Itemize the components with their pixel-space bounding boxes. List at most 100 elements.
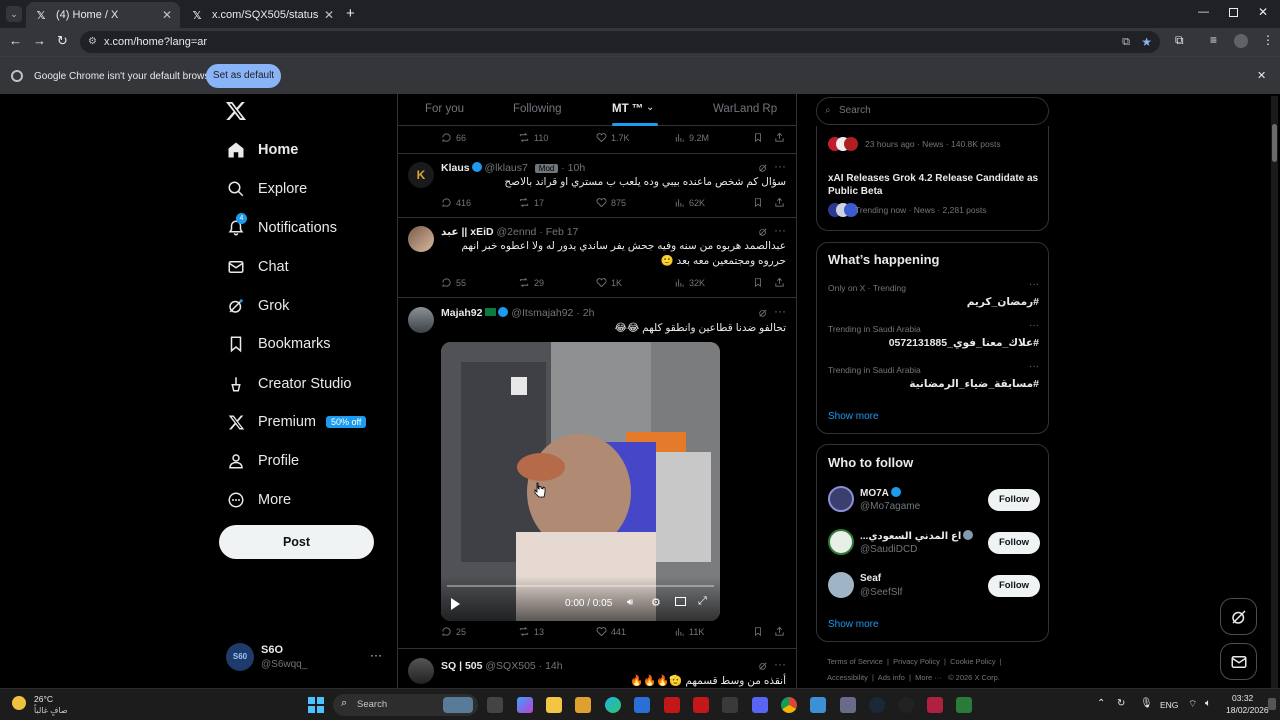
more-options-icon[interactable]: ··· bbox=[1029, 361, 1039, 372]
follow-button[interactable]: Follow bbox=[988, 532, 1040, 554]
show-more-link[interactable]: Show more bbox=[828, 411, 879, 422]
tweet-time[interactable]: · 2h bbox=[576, 307, 594, 319]
app-icon[interactable] bbox=[840, 697, 856, 713]
browser-tab-status[interactable]: 𝕏 x.com/SQX505/status/20236961 ✕ bbox=[182, 2, 342, 28]
app-icon[interactable] bbox=[927, 697, 943, 713]
notification-center-icon[interactable] bbox=[1268, 698, 1276, 710]
pip-icon[interactable] bbox=[675, 597, 686, 606]
tray-overflow-icon[interactable]: ⌃ bbox=[1097, 698, 1105, 709]
store-icon[interactable] bbox=[575, 697, 591, 713]
post-button[interactable]: Post bbox=[219, 525, 374, 559]
close-tab-icon[interactable]: ✕ bbox=[324, 8, 334, 22]
address-bar[interactable]: ⚙ x.com/home?lang=ar ⧉ ★ bbox=[80, 31, 1160, 53]
avatar[interactable] bbox=[408, 307, 434, 333]
bookmark-button[interactable] bbox=[753, 132, 767, 143]
grok-icon[interactable] bbox=[758, 227, 768, 237]
tweet-time[interactable]: · 10h bbox=[561, 162, 585, 174]
app-icon[interactable] bbox=[956, 697, 972, 713]
discord-icon[interactable] bbox=[752, 697, 768, 713]
search-input[interactable]: ⌕ Search bbox=[816, 97, 1049, 125]
repost-button[interactable]: 17 bbox=[518, 197, 544, 208]
share-button[interactable] bbox=[774, 197, 789, 208]
close-tab-icon[interactable]: ✕ bbox=[162, 8, 172, 22]
tweet-time[interactable]: · 14h bbox=[539, 660, 563, 672]
volume-icon[interactable]: 🔈︎ bbox=[1205, 698, 1211, 709]
bookmark-button[interactable] bbox=[753, 626, 767, 637]
start-button[interactable] bbox=[308, 697, 324, 713]
trend-item[interactable]: Trending in Saudi Arabia ··· #علاك_معنا_… bbox=[817, 320, 1050, 358]
taskbar-search[interactable]: ⌕ Search bbox=[333, 694, 478, 716]
more-options-icon[interactable]: ··· bbox=[1029, 279, 1039, 290]
chrome-icon[interactable] bbox=[781, 697, 797, 713]
more-options-icon[interactable]: ··· bbox=[774, 159, 786, 173]
share-button[interactable] bbox=[774, 132, 789, 143]
extensions-icon[interactable]: ⧉ bbox=[1175, 33, 1184, 48]
video-player[interactable]: 0:00 / 0:05 🔊︎ ⚙ ⤢ bbox=[441, 342, 720, 621]
grok-icon[interactable] bbox=[758, 308, 768, 318]
views-button[interactable]: 62K bbox=[674, 197, 705, 208]
sidebar-item-bookmarks[interactable]: Bookmarks bbox=[226, 329, 331, 359]
avatar[interactable] bbox=[408, 226, 434, 252]
tab-warland-rp[interactable]: WarLand Rp bbox=[713, 103, 777, 115]
chrome-menu-icon[interactable]: ⋮ bbox=[1262, 33, 1274, 47]
views-button[interactable]: 11K bbox=[674, 626, 704, 637]
fullscreen-icon[interactable]: ⤢ bbox=[698, 595, 707, 608]
close-window-button[interactable]: ✕ bbox=[1258, 5, 1268, 19]
grok-icon[interactable] bbox=[758, 661, 768, 671]
tweet[interactable]: عبد || xEiD @2ennd · Feb 17 ··· عبدالصمد… bbox=[398, 219, 796, 298]
share-button[interactable] bbox=[774, 277, 789, 288]
show-more-link[interactable]: Show more bbox=[828, 619, 879, 630]
task-view-icon[interactable] bbox=[487, 697, 503, 713]
sidebar-item-profile[interactable]: Profile bbox=[226, 446, 299, 476]
sidebar-item-grok[interactable]: Grok bbox=[226, 291, 289, 321]
grok-floating-button[interactable] bbox=[1220, 598, 1257, 635]
app-icon[interactable] bbox=[722, 697, 738, 713]
tweet[interactable]: Majah92 @Itsmajah92 · 2h ··· تحالفو ضدنا… bbox=[398, 299, 796, 649]
weather-widget[interactable]: 26°C صافٍ غالباً bbox=[10, 692, 100, 718]
language-indicator[interactable]: ENG bbox=[1160, 700, 1178, 710]
tab-mt[interactable]: MT ™ bbox=[612, 103, 643, 115]
more-options-icon[interactable]: ··· bbox=[774, 223, 786, 237]
profile-avatar-icon[interactable] bbox=[1234, 34, 1248, 48]
repost-button[interactable]: 29 bbox=[518, 277, 544, 288]
reply-button[interactable]: 416 bbox=[441, 197, 471, 208]
views-button[interactable]: 9.2M bbox=[674, 132, 709, 143]
close-infobar-icon[interactable]: ✕ bbox=[1257, 69, 1266, 82]
author-handle[interactable]: @SQX505 bbox=[485, 660, 535, 672]
tweet[interactable]: 66 110 1.7K 9.2M bbox=[398, 126, 796, 154]
scrollbar-thumb[interactable] bbox=[1272, 124, 1277, 162]
avatar[interactable]: K bbox=[408, 162, 434, 188]
footer-link[interactable]: Privacy Policy bbox=[893, 657, 940, 666]
set-default-button[interactable]: Set as default bbox=[206, 64, 281, 88]
edge-icon[interactable] bbox=[605, 697, 621, 713]
wifi-icon[interactable]: ⌔ bbox=[1188, 698, 1197, 711]
clock-date[interactable]: 18/02/2026 bbox=[1226, 705, 1269, 715]
footer-link[interactable]: Cookie Policy bbox=[950, 657, 995, 666]
follow-suggestion[interactable]: Seaf @SeefSlf Follow bbox=[817, 568, 1050, 608]
bookmark-button[interactable] bbox=[753, 277, 767, 288]
reload-icon[interactable]: ↻ bbox=[57, 33, 68, 49]
sidebar-item-explore[interactable]: Explore bbox=[226, 174, 307, 204]
app-icon[interactable] bbox=[810, 697, 826, 713]
avatar[interactable] bbox=[408, 658, 434, 684]
media-icon[interactable]: ≡ bbox=[1210, 33, 1217, 47]
account-switcher[interactable]: S60 S6O @S6wqq_ ··· bbox=[226, 642, 386, 674]
site-info-icon[interactable]: ⚙ bbox=[88, 31, 97, 53]
app-icon[interactable] bbox=[634, 697, 650, 713]
microphone-icon[interactable]: 🎙︎ bbox=[1140, 698, 1153, 709]
author-name[interactable]: SQ | 505 bbox=[441, 660, 482, 672]
author-handle[interactable]: @2ennd bbox=[497, 226, 537, 238]
account-more-icon[interactable]: ··· bbox=[370, 648, 382, 662]
footer-link[interactable]: Terms of Service bbox=[827, 657, 883, 666]
grok-icon[interactable] bbox=[758, 163, 768, 173]
file-explorer-icon[interactable] bbox=[546, 697, 562, 713]
new-tab-button[interactable]: + bbox=[346, 5, 355, 22]
views-button[interactable]: 32K bbox=[674, 277, 705, 288]
messages-floating-button[interactable] bbox=[1220, 643, 1257, 680]
tab-list-button[interactable]: ⌄ bbox=[6, 6, 22, 22]
trend-item[interactable]: Only on X · Trending ··· #رمضان_كريم bbox=[817, 279, 1050, 317]
author-name[interactable]: Klaus bbox=[441, 162, 470, 174]
sidebar-item-home[interactable]: Home bbox=[226, 135, 298, 165]
footer-link[interactable]: More ··· bbox=[915, 673, 942, 682]
repost-button[interactable]: 13 bbox=[518, 626, 544, 637]
